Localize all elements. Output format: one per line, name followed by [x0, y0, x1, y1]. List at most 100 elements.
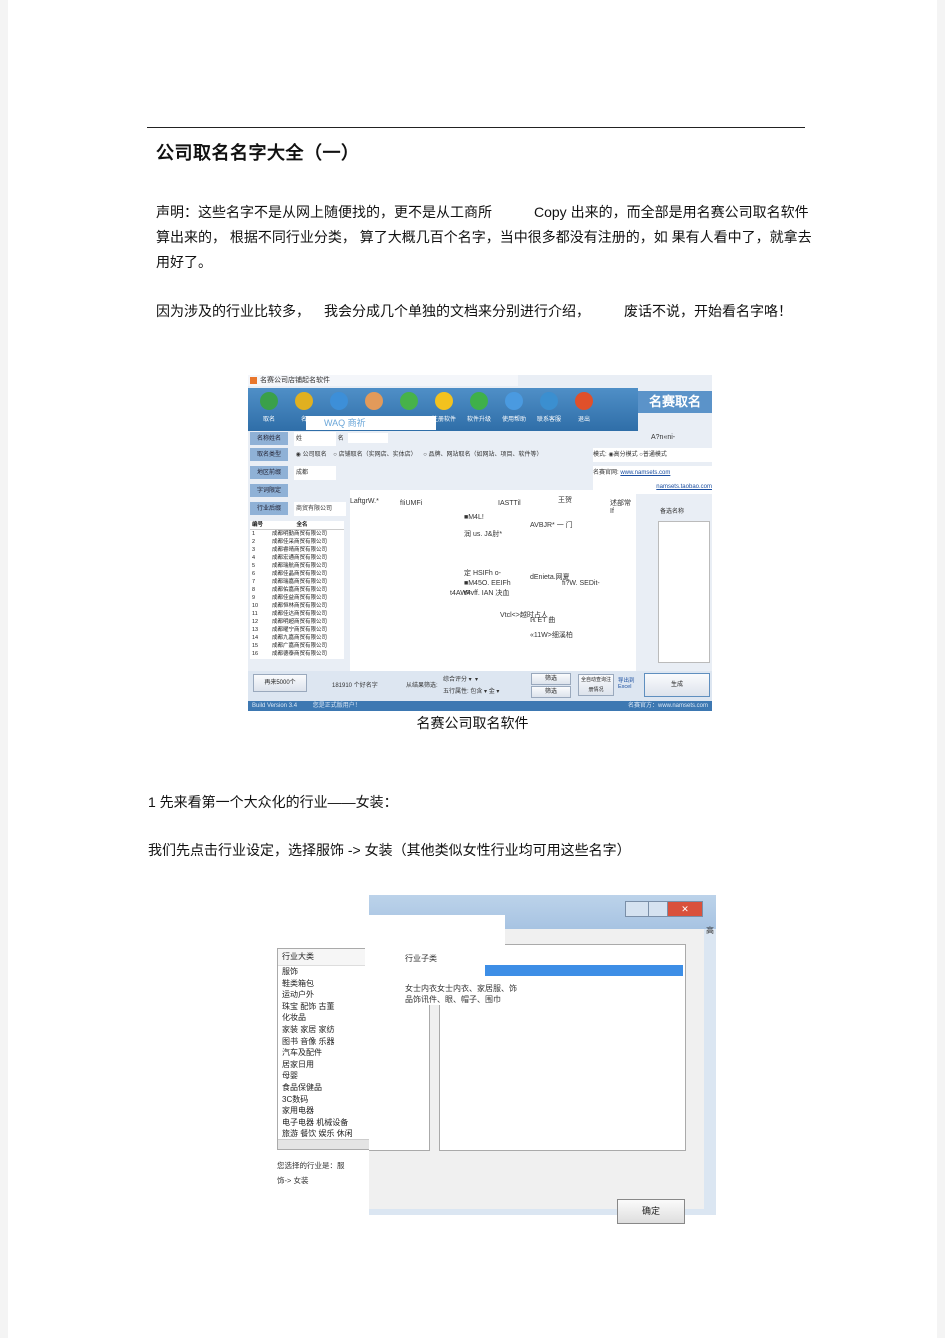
type-row: 取名类型 ◉ 公司取名 ○ 店铺取名（实网店、实体店） ○ 品牌、网站取名（如网… — [250, 448, 543, 462]
industry-item[interactable]: 3C数码 — [278, 1094, 370, 1106]
list-item[interactable]: 3 成都睿晴商贸有限公司 — [250, 546, 344, 554]
row-number: 13 — [252, 627, 259, 633]
list-item[interactable]: 16 成都德泰商贸有限公司 — [250, 650, 344, 658]
industry-item[interactable]: 图书 音像 乐器 — [278, 1036, 370, 1048]
status-bar: Build Version 3.4 您是正式版用户！ 名赛官方：www.nams… — [248, 701, 712, 711]
industry-item[interactable]: 食品保健品 — [278, 1082, 370, 1094]
filter-score-select[interactable]: 综合评分 ▾ ▾ — [443, 674, 478, 683]
more-names-button[interactable]: 再来5000个 — [253, 674, 307, 692]
row-number: 16 — [252, 651, 259, 657]
site-link-2[interactable]: namsets.taobao.com — [656, 484, 712, 490]
ocr-fragment: ■M45O. EEIFh — [464, 580, 511, 587]
selected-industry-note: 您选择的行业是：服饰-> 女装 — [277, 1161, 345, 1185]
company-name: 成都宏通商贸有限公司 — [272, 555, 328, 561]
toolbar-button[interactable] — [394, 392, 424, 414]
list-item[interactable]: 6 成都佳晶商贸有限公司 — [250, 570, 344, 578]
column-header-name: 全名 — [296, 522, 308, 528]
company-name: 成都瑞嘉商贸有限公司 — [272, 579, 328, 585]
list-item[interactable]: 9 成都佳益商贸有限公司 — [250, 594, 344, 602]
toolbar-button[interactable]: 使用帮助 — [499, 392, 529, 423]
toolbar-button[interactable] — [359, 392, 389, 414]
site-row: 名赛官网: www.namsets.com — [593, 466, 712, 480]
selected-subcategory-row[interactable] — [485, 965, 683, 976]
list-item[interactable]: 8 成都佑嘉商贸有限公司 — [250, 586, 344, 594]
industry-item[interactable]: 化妆品 — [278, 1012, 370, 1024]
industry-item[interactable]: 鞋类箱包 — [278, 978, 370, 990]
ocr-fragment: IASTTil — [498, 500, 521, 507]
industry-item[interactable]: 家装 家居 家纺 — [278, 1024, 370, 1036]
industry-panel: 行业大类 服饰 鞋类箱包 运动户外 珠宝 配饰 古董 化妆品 家装 家居 家纺 图书 音像 … — [277, 948, 370, 1210]
row-number: 4 — [252, 555, 256, 561]
list-item[interactable]: 1 成都明勤商贸有限公司 — [250, 530, 344, 538]
list-item[interactable]: 13 成都曜宁商贸有限公司 — [250, 626, 344, 634]
toolbar-button[interactable] — [324, 392, 354, 414]
industry-item[interactable]: 电子电器 机械设备 — [278, 1117, 370, 1129]
list-item[interactable]: 14 成都九嘉商贸有限公司 — [250, 634, 344, 642]
header-rule — [147, 127, 805, 128]
toolbar-button[interactable]: 退出 — [569, 392, 599, 423]
filter-wuxing-label: 五行属性: — [443, 689, 469, 695]
toolbar-button[interactable]: 取名 — [254, 392, 284, 423]
list-item[interactable]: 5 成都瑞航商贸有限公司 — [250, 562, 344, 570]
toolbar-button[interactable]: 软件升级 — [464, 392, 494, 423]
name-label: 名 — [337, 436, 344, 442]
mode-option-normal[interactable]: 普通模式 — [643, 452, 667, 458]
type-label: 取名类型 — [250, 448, 288, 461]
list-item[interactable]: 15 成都广嘉商贸有限公司 — [250, 642, 344, 650]
region-row: 地区前缀 成都 — [250, 466, 336, 480]
list-item[interactable]: 12 成都明超商贸有限公司 — [250, 618, 344, 626]
backup-list — [658, 521, 710, 663]
document-page: 公司取名名字大全（一） 声明：这些名字不是从网上随便找的，更不是从工商所 Copy… — [8, 0, 937, 1338]
industry-input[interactable]: 商贸有限公司 — [294, 502, 346, 516]
generate-button[interactable]: 生成 — [644, 673, 710, 697]
row-number: 14 — [252, 635, 259, 641]
surname-input[interactable]: 姓 — [294, 432, 336, 446]
filter-button[interactable]: 筛选 — [531, 673, 571, 685]
list-item[interactable]: 2 成都佳采商贸有限公司 — [250, 538, 344, 546]
site-link[interactable]: www.namsets.com — [620, 470, 670, 476]
mode-option-high[interactable]: 高分模式 — [614, 452, 638, 458]
list-item[interactable]: 10 成都恒林商贸有限公司 — [250, 602, 344, 610]
ocr-fragment: ℝ ET 曲 — [530, 617, 556, 624]
minimize-button[interactable] — [625, 901, 649, 917]
info-icon — [330, 392, 348, 410]
ok-button[interactable]: 确定 — [617, 1199, 685, 1224]
type-option-brand[interactable]: ○ 品牌、网站取名（如网站、项目、软件等） — [423, 452, 542, 458]
industry-item[interactable]: 运动户外 — [278, 989, 370, 1001]
list-item[interactable]: 4 成都宏通商贸有限公司 — [250, 554, 344, 562]
filter-button-2[interactable]: 筛选 — [531, 686, 571, 698]
industry-item[interactable]: 服饰 — [278, 966, 370, 978]
toolbar-button[interactable]: 联系客服 — [534, 392, 564, 423]
industry-list-header: 行业大类 — [278, 949, 370, 966]
check-registration-button[interactable]: 全自动查询注册情况 — [578, 674, 614, 696]
figure1-caption: 名赛公司取名软件 — [416, 715, 529, 731]
industry-item[interactable]: 母婴 — [278, 1070, 370, 1082]
company-name: 成都佳达商贸有限公司 — [272, 611, 328, 617]
industry-item[interactable]: 汽车及配件 — [278, 1047, 370, 1059]
people-icon — [365, 392, 383, 410]
filter-wuxing[interactable]: 五行属性: 包含 ▾ 金 ▾ — [443, 686, 499, 695]
horizontal-scrollbar[interactable] — [278, 1139, 370, 1149]
name-input[interactable] — [347, 433, 388, 444]
type-option-shop[interactable]: ○ 店铺取名（实网店、实体店） — [333, 452, 416, 458]
list-item[interactable]: 7 成都瑞嘉商贸有限公司 — [250, 578, 344, 586]
filter-element-value: 金 — [488, 689, 495, 695]
maximize-button[interactable] — [648, 901, 668, 917]
industry-item[interactable]: 珠宝 配饰 古董 — [278, 1001, 370, 1013]
ocr-fragment: fIiUMFi — [400, 500, 423, 507]
toolbar-button-label: 联系客服 — [536, 417, 561, 423]
official-site[interactable]: 名赛官方：www.namsets.com — [628, 701, 708, 711]
window-title: 名赛公司店铺起名软件 — [248, 375, 518, 386]
industry-item[interactable]: 家用电器 — [278, 1105, 370, 1117]
region-input[interactable]: 成都 — [294, 466, 336, 480]
list-item[interactable]: 11 成都佳达商贸有限公司 — [250, 610, 344, 618]
type-option-label: 品牌、网站取名（如网站、项目、软件等） — [428, 452, 543, 458]
export-excel-button[interactable]: 导出到Excel — [618, 676, 640, 690]
row-number: 3 — [252, 547, 256, 553]
company-name: 成都恒林商贸有限公司 — [272, 603, 328, 609]
company-name: 成都睿晴商贸有限公司 — [272, 547, 328, 553]
close-icon[interactable]: ✕ — [667, 901, 703, 917]
dialog-body: 行业子类 女士内衣女士内衣、家居服、饰品饰讯件、眼、帽子、围巾 确定 — [365, 915, 704, 1224]
type-option-company[interactable]: ◉ 公司取名 — [296, 452, 327, 458]
industry-item[interactable]: 居家日用 — [278, 1059, 370, 1071]
